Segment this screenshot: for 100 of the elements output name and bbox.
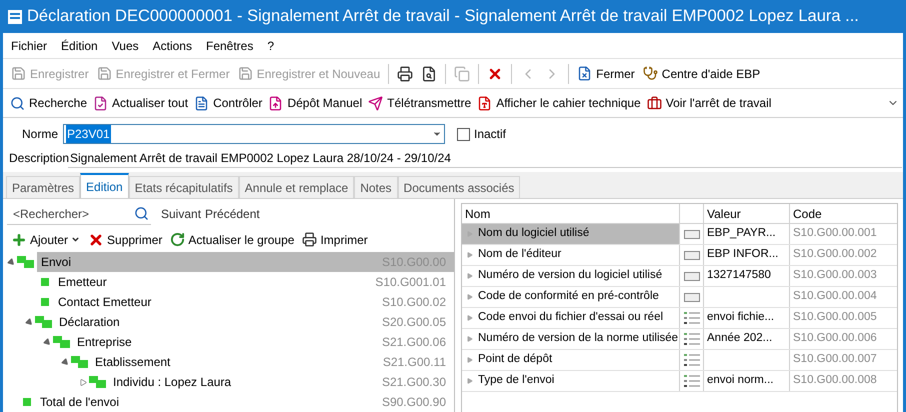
field-label: Norme — [20, 126, 59, 143]
expanded-icon[interactable] — [8, 258, 15, 266]
column-header[interactable]: Code — [790, 204, 899, 224]
tab[interactable]: Documents associés — [398, 176, 520, 198]
tree-toolbar-button[interactable]: Actualiser le groupe — [170, 230, 294, 249]
tree-item[interactable]: Emetteur S10.G001.01 — [54, 272, 454, 292]
menu-item[interactable]: ? — [267, 36, 274, 54]
menu-item[interactable]: Édition — [61, 36, 98, 54]
text-type-icon — [684, 230, 700, 238]
text-type-icon — [684, 272, 700, 280]
menu-item[interactable]: Fenêtres — [206, 36, 254, 54]
property-code: S10.G00.00.003 — [793, 268, 877, 284]
menu-item[interactable]: Vues — [112, 36, 139, 54]
property-row[interactable]: Numéro de version du logiciel utilisé — [462, 266, 680, 286]
menu-item[interactable]: Actions — [152, 36, 192, 54]
text-type-icon — [684, 250, 700, 260]
tree-item[interactable]: Entreprise S21.G00.06 — [73, 332, 454, 352]
property-value: envoi fichie... — [707, 310, 774, 326]
property-value: EBP INFOR... — [707, 247, 778, 262]
selected-text: P23V01 — [66, 125, 111, 143]
tree-toolbar-button[interactable]: Imprimer — [302, 230, 368, 249]
previous-link[interactable]: Précédent — [205, 205, 260, 224]
tab[interactable]: Annule et remplace — [238, 176, 354, 198]
expand-icon — [467, 294, 473, 300]
tab[interactable]: Notes — [354, 176, 398, 198]
property-value: 1327147580 — [707, 268, 771, 284]
property-row[interactable]: Nom de l'éditeur — [462, 245, 680, 265]
node-icon — [23, 398, 31, 406]
property-row[interactable]: Code de conformité en pré-contrôle — [462, 287, 680, 307]
tab[interactable]: Paramètres — [6, 176, 80, 198]
property-name: Nom du logiciel utilisé — [478, 226, 590, 242]
refresh-icon — [170, 232, 186, 248]
expanded-icon[interactable] — [44, 338, 51, 346]
node-label: Envoi — [41, 254, 72, 271]
expand-icon — [467, 357, 473, 363]
property-name: Nom de l'éditeur — [478, 247, 562, 262]
node-code: S10.G001.01 — [375, 274, 446, 291]
action-button[interactable]: Télétransmettre — [365, 91, 474, 115]
medical-case-icon — [646, 96, 662, 110]
printer-icon — [397, 66, 414, 82]
property-row[interactable]: Numéro de version de la norme utilisée — [462, 329, 680, 349]
preview-icon — [421, 66, 438, 82]
search-field[interactable]: <Rechercher> — [7, 203, 151, 226]
node-code: S21.G00.06 — [382, 334, 446, 351]
add-icon — [11, 232, 27, 248]
property-value: EBP_PAYR... — [707, 226, 776, 242]
list-type-icon — [684, 311, 700, 325]
tree-toolbar-button[interactable]: Ajouter — [11, 230, 80, 249]
tab[interactable]: Edition — [80, 173, 129, 198]
node-icon — [41, 298, 49, 306]
description-field[interactable]: Signalement Arrêt de travail EMP0002 Lopez Laura 28/10/24 - 29/10/24 — [68, 148, 902, 168]
property-code: S10.G00.00.001 — [793, 226, 877, 242]
toolbar-button[interactable]: Fermer — [573, 62, 639, 86]
action-button[interactable]: Afficher le cahier technique — [474, 91, 644, 115]
property-row[interactable]: Code envoi du fichier d'essai ou réel — [462, 308, 680, 328]
tree-item[interactable]: Contact Emetteur S10.G00.02 — [54, 292, 454, 312]
property-name: Code de conformité en pré-contrôle — [478, 289, 659, 304]
node-label: Total de l'envoi — [40, 394, 120, 411]
node-label: Emetteur — [58, 274, 107, 291]
menu-item[interactable]: Fichier — [11, 36, 48, 54]
text-type-icon — [684, 292, 700, 302]
property-row[interactable]: Point de dépôt — [462, 350, 680, 370]
expand-icon — [467, 315, 473, 321]
expanded-icon[interactable] — [26, 318, 33, 326]
node-label: Contact Emetteur — [58, 294, 152, 311]
tree-toolbar-button[interactable]: Supprimer — [88, 230, 162, 249]
node-code: S10.G00.02 — [382, 294, 446, 311]
node-icon — [89, 376, 107, 388]
action-button[interactable]: Recherche — [7, 91, 90, 115]
field-label: Description — [8, 150, 68, 167]
tab[interactable]: Etats récapitulatifs — [128, 176, 239, 198]
node-label: Déclaration — [59, 314, 120, 331]
column-header[interactable]: Valeur — [704, 204, 790, 224]
tree-item[interactable]: Etablissement S21.G00.11 — [91, 352, 454, 372]
expanded-icon[interactable] — [62, 358, 69, 366]
checkbox-label: Inactif — [474, 126, 506, 143]
norme-dropdown[interactable]: P23V01 — [63, 124, 445, 144]
next-link[interactable]: Suivant — [161, 205, 202, 224]
property-row[interactable]: Nom du logiciel utilisé — [462, 224, 680, 244]
property-value: Année 202... — [707, 331, 772, 346]
collapsed-icon[interactable] — [80, 378, 87, 386]
action-button[interactable]: Voir l'arrêt de travail — [644, 91, 774, 115]
action-button[interactable]: Dépôt Manuel — [265, 91, 366, 115]
action-button[interactable]: Actualiser tout — [90, 91, 192, 115]
search-icon — [10, 96, 25, 110]
caret-icon — [71, 235, 80, 244]
property-row[interactable]: Type de l'envoi — [462, 371, 680, 391]
tree-item[interactable]: Individu : Lopez Laura S21.G00.30 — [109, 372, 454, 392]
app-icon — [7, 8, 23, 24]
node-icon — [17, 256, 35, 268]
toolbar-button[interactable]: Centre d'aide EBP — [638, 62, 764, 86]
property-code: S10.G00.00.006 — [793, 331, 877, 346]
property-code: S10.G00.00.004 — [793, 289, 877, 304]
expand-icon — [467, 252, 473, 258]
node-label: Etablissement — [95, 354, 170, 371]
tree-item[interactable]: Total de l'envoi S90.G00.90 — [36, 392, 454, 412]
node-code: S20.G00.05 — [382, 314, 446, 331]
inactif-checkbox[interactable] — [457, 128, 470, 140]
action-button[interactable]: Contrôler — [191, 91, 266, 115]
tree-item[interactable]: Déclaration S20.G00.05 — [55, 312, 454, 332]
